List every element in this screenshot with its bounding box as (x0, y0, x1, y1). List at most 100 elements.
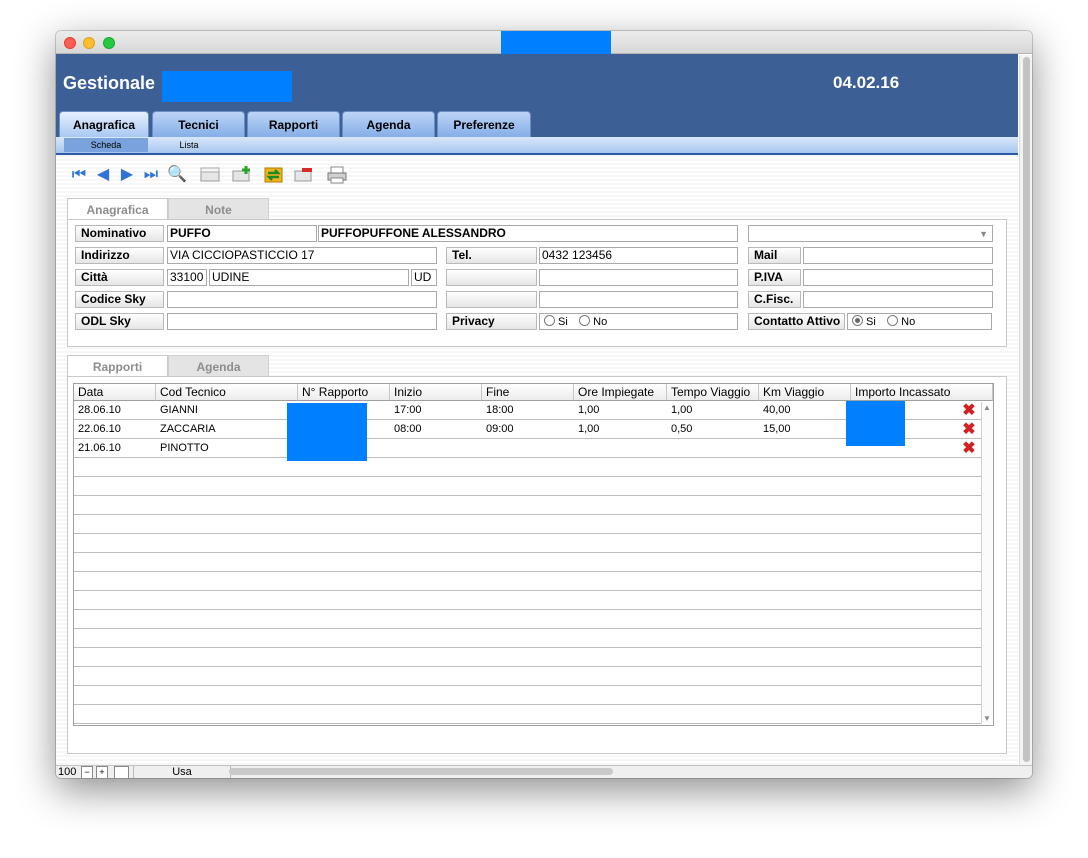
empty-record-icon[interactable] (199, 165, 220, 185)
piva-field[interactable] (803, 269, 993, 286)
delete-row-icon[interactable]: ✖ (961, 422, 977, 438)
search-icon[interactable]: 🔍 (167, 165, 187, 185)
record-tab-note[interactable]: Note (168, 198, 269, 220)
cell-tempo-viaggio: 0,50 (671, 423, 693, 435)
col-tempo-viaggio[interactable]: Tempo Viaggio (667, 384, 759, 401)
tel-field[interactable]: 0432 123456 (539, 247, 738, 264)
print-icon[interactable] (326, 165, 347, 185)
cell-fine: 18:00 (486, 404, 514, 416)
col-data[interactable]: Data (74, 384, 156, 401)
window-scrollbar[interactable] (1019, 55, 1032, 765)
last-record-icon[interactable]: ⏭ (141, 165, 161, 185)
mode-indicator[interactable]: Usa (133, 766, 231, 778)
col-fine[interactable]: Fine (482, 384, 574, 401)
next-record-icon[interactable]: ▶ (117, 165, 137, 185)
table-row[interactable]: 28.06.10 GIANNI 17:00 18:00 1,00 1,00 40… (74, 401, 981, 420)
tab-preferenze[interactable]: Preferenze (437, 111, 531, 137)
bottom-tab-agenda[interactable]: Agenda (168, 355, 269, 377)
minimize-window-icon[interactable] (83, 37, 95, 49)
table-row[interactable] (74, 496, 981, 515)
zoom-out-icon[interactable]: − (81, 766, 93, 778)
delete-row-icon[interactable]: ✖ (961, 441, 977, 457)
cell-data: 22.06.10 (78, 423, 121, 435)
indirizzo-field[interactable]: VIA CICCIOPASTICCIO 17 (167, 247, 437, 264)
table-row[interactable] (74, 648, 981, 667)
cap-field[interactable]: 33100 (167, 269, 207, 286)
table-row[interactable] (74, 610, 981, 629)
mail-field[interactable] (803, 247, 993, 264)
close-window-icon[interactable] (64, 37, 76, 49)
window-scroll-thumb[interactable] (1023, 57, 1030, 762)
extra-field-1[interactable] (539, 269, 738, 286)
prov-field[interactable]: UD (411, 269, 437, 286)
cfisc-label: C.Fisc. (748, 291, 801, 308)
table-row[interactable]: 21.06.10 PINOTTO (74, 439, 981, 458)
citta-field[interactable]: UDINE (209, 269, 409, 286)
col-km-viaggio[interactable]: Km Viaggio (759, 384, 851, 401)
piva-label: P.IVA (748, 269, 801, 286)
horizontal-scroll-thumb[interactable] (229, 768, 613, 775)
table-row[interactable] (74, 515, 981, 534)
nominativo-short-field[interactable]: PUFFO (167, 225, 317, 242)
prev-record-icon[interactable]: ◀ (93, 165, 113, 185)
cell-tempo-viaggio: 1,00 (671, 404, 693, 416)
table-scrollbar[interactable]: ▲ ▼ (981, 402, 993, 724)
bottom-tab-rapporti[interactable]: Rapporti (67, 355, 168, 377)
table-row[interactable] (74, 477, 981, 496)
odl-sky-field[interactable] (167, 313, 437, 330)
delete-row-icon[interactable]: ✖ (961, 403, 977, 419)
privacy-si-label: Si (558, 316, 568, 328)
privacy-si-radio[interactable] (544, 315, 555, 326)
delete-record-icon[interactable] (293, 165, 313, 185)
cell-cod-tecnico: ZACCARIA (160, 423, 216, 435)
subtab-lista[interactable]: Lista (154, 138, 224, 152)
mail-label: Mail (748, 247, 801, 264)
cfisc-field[interactable] (803, 291, 993, 308)
table-row[interactable] (74, 591, 981, 610)
col-inizio[interactable]: Inizio (390, 384, 482, 401)
extra-field-2[interactable] (539, 291, 738, 308)
cell-data: 21.06.10 (78, 442, 121, 454)
table-row[interactable] (74, 458, 981, 477)
tab-agenda[interactable]: Agenda (342, 111, 435, 137)
privacy-no-radio[interactable] (579, 315, 591, 326)
scroll-up-icon[interactable]: ▲ (983, 403, 991, 412)
col-n-rapporto[interactable]: N° Rapporto (298, 384, 390, 401)
subtab-scheda[interactable]: Scheda (64, 138, 148, 152)
contatto-si-radio[interactable] (852, 315, 863, 326)
table-row[interactable] (74, 572, 981, 591)
tab-rapporti[interactable]: Rapporti (247, 111, 340, 137)
nominativo-label: Nominativo (75, 225, 164, 242)
layout-toggle-icon[interactable] (114, 766, 129, 778)
zoom-window-icon[interactable] (103, 37, 115, 49)
table-row[interactable] (74, 686, 981, 705)
category-select[interactable]: ▼ (748, 225, 993, 242)
table-row[interactable] (74, 534, 981, 553)
table-row[interactable] (74, 667, 981, 686)
tab-tecnici[interactable]: Tecnici (152, 111, 245, 137)
col-importo-incassato[interactable]: Importo Incassato (851, 384, 993, 401)
table-row[interactable]: 22.06.10 ZACCARIA 08:00 09:00 1,00 0,50 … (74, 420, 981, 439)
tab-anagrafica[interactable]: Anagrafica (59, 111, 149, 137)
cell-fine: 09:00 (486, 423, 514, 435)
tel-label: Tel. (446, 247, 537, 264)
nominativo-full-field[interactable]: PUFFOPUFFONE ALESSANDRO (318, 225, 738, 242)
indirizzo-label: Indirizzo (75, 247, 164, 264)
privacy-no-label: No (593, 316, 608, 328)
cell-ore-impiegate: 1,00 (578, 423, 600, 435)
table-row[interactable] (74, 705, 981, 724)
app-window: Gestionale 04.02.16 Anagrafica Tecnici R… (56, 31, 1032, 778)
zoom-in-icon[interactable]: + (96, 766, 108, 778)
codice-sky-field[interactable] (167, 291, 437, 308)
table-row[interactable] (74, 629, 981, 648)
first-record-icon[interactable]: ⏮ (69, 165, 89, 185)
add-record-icon[interactable] (231, 165, 251, 185)
table-row[interactable] (74, 553, 981, 572)
col-ore-impiegate[interactable]: Ore Impiegate (574, 384, 667, 401)
col-cod-tecnico[interactable]: Cod Tecnico (156, 384, 298, 401)
contatto-no-radio[interactable] (887, 315, 899, 326)
record-tab-anagrafica[interactable]: Anagrafica (67, 198, 168, 220)
scroll-down-icon[interactable]: ▼ (983, 714, 991, 723)
sync-icon[interactable] (263, 165, 283, 185)
cell-cod-tecnico: PINOTTO (160, 442, 209, 454)
